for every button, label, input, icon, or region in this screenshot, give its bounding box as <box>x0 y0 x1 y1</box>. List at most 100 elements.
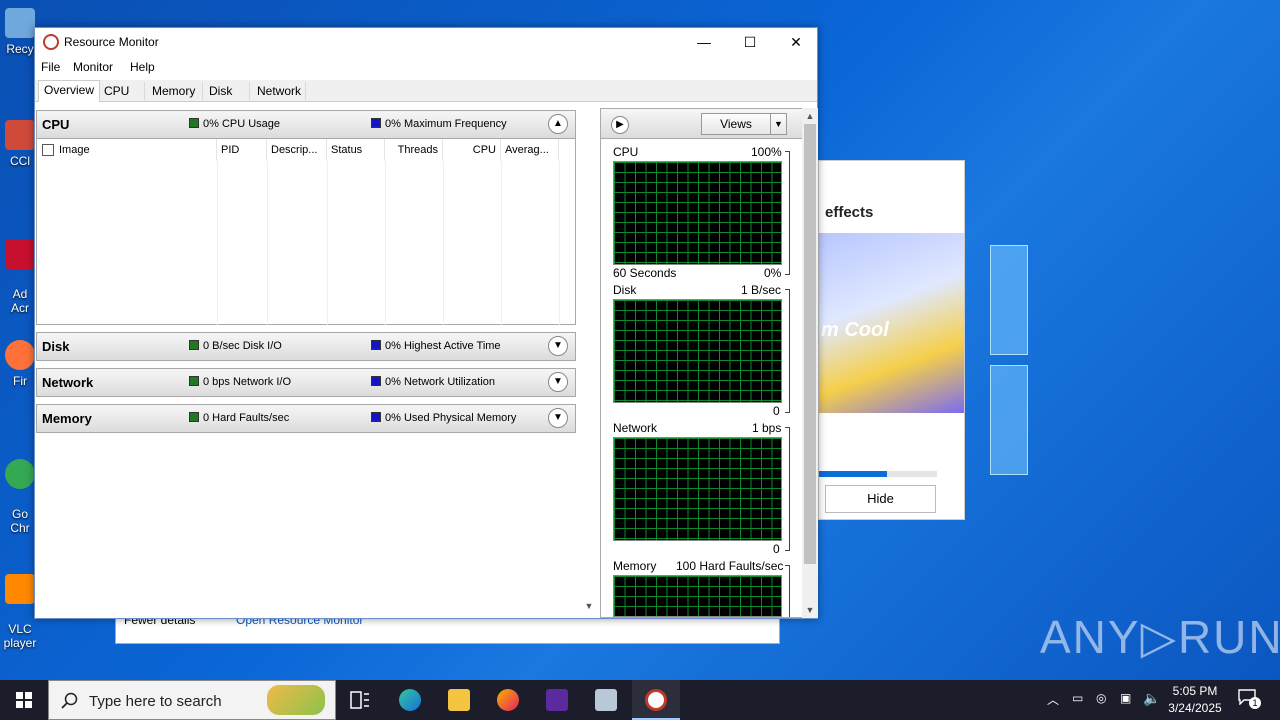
media-player-icon <box>546 689 568 711</box>
column-cpu[interactable]: CPU <box>443 139 501 161</box>
tab-network[interactable]: Network <box>252 82 306 102</box>
promo-progress-bar <box>819 471 937 477</box>
show-hidden-icons-chevron-icon[interactable]: ︿ <box>1047 691 1059 708</box>
network-section-header[interactable]: Network 0 bps Network I/O 0% Network Uti… <box>36 368 576 397</box>
search-icon <box>61 692 78 709</box>
windows-logo-wallpaper <box>990 230 1035 480</box>
taskbar-media-app[interactable] <box>533 680 581 720</box>
taskbar-firefox[interactable] <box>484 680 532 720</box>
menu-monitor[interactable]: Monitor <box>73 60 113 74</box>
column-description[interactable]: Descrip... <box>267 139 327 161</box>
graph-memory-max: 100 Hard Faults/sec <box>676 559 784 573</box>
blue-square-icon <box>371 376 381 386</box>
device-icon[interactable]: ▭ <box>1072 691 1083 705</box>
promo-window: effects m Cool Hide <box>818 160 965 520</box>
graph-cpu-max: 100% <box>751 145 782 159</box>
graph-memory-title: Memory <box>613 559 657 573</box>
taskbar-resource-monitor[interactable] <box>632 680 680 720</box>
menu-help[interactable]: Help <box>130 60 155 74</box>
taskbar-task-manager[interactable] <box>582 680 630 720</box>
folder-icon <box>448 689 470 711</box>
green-square-icon <box>189 376 199 386</box>
task-manager-icon <box>595 689 617 711</box>
views-dropdown[interactable]: Views ▼ <box>701 113 787 135</box>
clock-date: 3/24/2025 <box>1168 701 1222 715</box>
column-divider <box>559 161 560 325</box>
task-view-button[interactable] <box>336 680 384 720</box>
column-image[interactable]: Image <box>55 139 217 161</box>
overview-left-pane: CPU 0% CPU Usage 0% Maximum Frequency ▲ … <box>35 102 595 618</box>
taskbar-search-box[interactable]: Type here to search <box>48 680 336 720</box>
desktop-icon-chrome[interactable]: Go Chr <box>2 445 38 535</box>
scroll-down-arrow-icon[interactable]: ▼ <box>802 602 818 618</box>
cpu-section-header[interactable]: CPU 0% CPU Usage 0% Maximum Frequency ▲ <box>36 110 576 139</box>
start-button[interactable] <box>0 680 48 720</box>
minimize-button[interactable]: — <box>681 28 727 56</box>
section-title: Network <box>42 375 94 390</box>
tab-cpu[interactable]: CPU <box>99 82 145 102</box>
select-all-checkbox[interactable] <box>42 144 54 156</box>
desktop-icon-ccleaner[interactable]: CCl <box>2 120 38 168</box>
cpu-process-table: Image PID Descrip... Status Threads CPU … <box>36 139 576 325</box>
expand-icon[interactable]: ▼ <box>548 336 568 356</box>
menu-file[interactable]: File <box>41 60 60 74</box>
tab-disk[interactable]: Disk <box>204 82 250 102</box>
green-square-icon <box>189 118 199 128</box>
desktop-icon-vlc[interactable]: VLC player <box>2 560 38 650</box>
search-placeholder: Type here to search <box>89 693 222 710</box>
search-highlight-icon <box>267 685 325 715</box>
chevron-down-icon: ▼ <box>770 114 786 134</box>
meet-now-icon[interactable]: ◎ <box>1096 691 1106 705</box>
graphs-scrollbar[interactable]: ▲ ▼ <box>802 108 818 618</box>
clock-time: 5:05 PM <box>1172 684 1218 698</box>
promo-image-caption: m Cool <box>821 319 889 341</box>
graph-disk-max: 1 B/sec <box>741 283 782 297</box>
resource-monitor-window: Resource Monitor — ☐ ✕ File Monitor Help… <box>34 27 818 619</box>
network-graph <box>613 437 782 541</box>
used-physical-memory-indicator: 0% Used Physical Memory <box>371 412 516 424</box>
column-threads[interactable]: Threads <box>385 139 443 161</box>
network-io-indicator: 0 bps Network I/O <box>189 376 291 388</box>
menu-bar: File Monitor Help <box>35 56 817 78</box>
taskbar-file-explorer[interactable] <box>435 680 483 720</box>
recycle-bin-icon <box>5 8 35 38</box>
tab-memory[interactable]: Memory <box>147 82 203 102</box>
desktop-icon-firefox[interactable]: Fir <box>2 340 38 388</box>
desktop-icon-label: Recy <box>6 42 34 56</box>
column-pid[interactable]: PID <box>217 139 267 161</box>
tab-overview[interactable]: Overview <box>38 80 101 102</box>
window-title: Resource Monitor <box>64 35 159 49</box>
graph-bracket <box>785 289 790 413</box>
column-status[interactable]: Status <box>327 139 385 161</box>
scroll-up-arrow-icon[interactable]: ▲ <box>802 108 818 124</box>
graph-bracket <box>785 151 790 275</box>
expand-pane-arrow-icon[interactable]: ▶ <box>611 116 629 134</box>
firefox-icon <box>5 340 35 370</box>
desktop-icon-recycle-bin[interactable]: Recy <box>2 8 38 56</box>
expand-icon[interactable]: ▼ <box>548 408 568 428</box>
action-center-button[interactable]: 1 <box>1238 689 1261 709</box>
network-icon[interactable]: ▣ <box>1120 691 1131 705</box>
section-title: CPU <box>42 117 70 132</box>
memory-section-header[interactable]: Memory 0 Hard Faults/sec 0% Used Physica… <box>36 404 576 433</box>
graph-cpu-title: CPU <box>613 145 639 159</box>
left-pane-scrollbar[interactable]: ▼ <box>581 102 595 618</box>
close-button[interactable]: ✕ <box>773 28 819 56</box>
desktop-icon-acrobat[interactable]: Ad Acr <box>2 225 38 315</box>
graph-network-title: Network <box>613 421 658 435</box>
scrollbar-thumb[interactable] <box>804 124 816 564</box>
expand-icon[interactable]: ▼ <box>548 372 568 392</box>
maximize-button[interactable]: ☐ <box>727 28 773 56</box>
hide-button[interactable]: Hide <box>825 485 936 513</box>
column-average-cpu[interactable]: Averag... <box>501 139 559 161</box>
title-bar[interactable]: Resource Monitor — ☐ ✕ <box>35 28 817 56</box>
resource-monitor-icon <box>43 34 59 50</box>
column-divider <box>327 161 328 325</box>
edge-icon <box>399 689 421 711</box>
system-clock[interactable]: 5:05 PM 3/24/2025 <box>1150 683 1240 717</box>
scroll-down-arrow-icon[interactable]: ▼ <box>581 598 597 614</box>
taskbar-edge[interactable] <box>386 680 434 720</box>
desktop-icon-label: VLC player <box>3 622 37 650</box>
collapse-icon[interactable]: ▲ <box>548 114 568 134</box>
disk-section-header[interactable]: Disk 0 B/sec Disk I/O 0% Highest Active … <box>36 332 576 361</box>
